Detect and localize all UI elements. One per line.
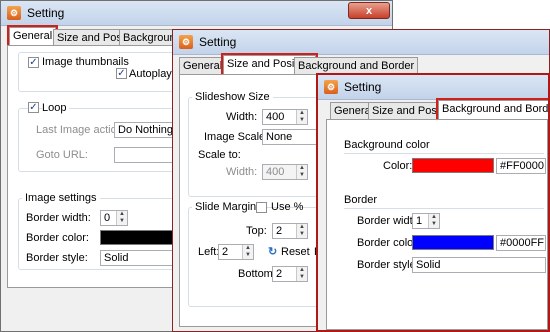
window-title: Setting	[344, 80, 382, 94]
border-width-value: 0	[104, 212, 111, 224]
border-style-label: Border style:	[357, 259, 419, 271]
border-color-label: Border color:	[26, 232, 89, 244]
color-label: Color:	[383, 160, 413, 172]
image-scale-select[interactable]: None	[262, 129, 322, 145]
border-style-select[interactable]: Solid	[100, 250, 180, 266]
border-width-spinner[interactable]: 0 ▲ ▼	[100, 210, 128, 226]
left-label: Left:	[198, 246, 220, 258]
width-value: 400	[266, 111, 285, 123]
last-image-action-label: Last Image action:	[36, 124, 126, 136]
spinner-arrows-icon[interactable]: ▲ ▼	[116, 211, 127, 225]
top-label: Top:	[246, 225, 267, 237]
top-value: 2	[276, 225, 283, 237]
loop-label: Loop	[42, 102, 70, 114]
app-icon: ⚙	[179, 35, 193, 49]
left-spinner[interactable]: 2 ▲ ▼	[218, 244, 254, 260]
border-divider	[344, 208, 544, 209]
scale-width-label: Width:	[226, 166, 258, 178]
settings-window-background-border: ⚙ Setting General Size and Position Back…	[316, 73, 550, 332]
loop-checkbox[interactable]: ✓	[28, 102, 39, 113]
spinner-arrows-icon[interactable]: ▲ ▼	[296, 110, 307, 124]
top-spinner[interactable]: 2 ▲ ▼	[272, 223, 308, 239]
left-value: 2	[222, 246, 229, 258]
tab-general[interactable]: General	[6, 25, 59, 48]
use-percent-label: Use %	[271, 201, 304, 213]
width-label: Width:	[226, 111, 258, 123]
border-color-swatch[interactable]	[412, 235, 494, 250]
image-settings-title: Image settings	[22, 192, 100, 204]
autoplay-checkbox[interactable]: ✓	[116, 68, 127, 79]
window-title: Setting	[199, 35, 237, 49]
spinner-arrows-icon[interactable]: ▲ ▼	[296, 267, 307, 281]
window-title: Setting	[27, 6, 65, 20]
autoplay-label: Autoplay	[129, 68, 172, 80]
border-title: Border	[344, 194, 378, 206]
background-color-swatch[interactable]	[412, 158, 494, 173]
bottom-value: 2	[276, 268, 283, 280]
spinner-arrows-icon[interactable]: ▲ ▼	[428, 214, 439, 228]
title-bar[interactable]: ⚙ Setting	[173, 30, 549, 55]
image-thumbnails-label: Image thumbnails	[42, 56, 129, 68]
bottom-spinner[interactable]: 2 ▲ ▼	[272, 266, 308, 282]
width-spinner[interactable]: 400 ▲ ▼	[262, 109, 308, 125]
border-width-value: 1	[416, 215, 423, 227]
border-color-hex[interactable]: #0000FF	[496, 235, 546, 251]
border-width-label: Border width:	[26, 212, 91, 224]
reset-icon: ↻	[268, 246, 278, 258]
slide-margins-title: Slide Margins	[192, 201, 265, 213]
use-percent-checkbox[interactable]	[256, 202, 267, 213]
border-width-spinner[interactable]: 1 ▲ ▼	[412, 213, 440, 229]
image-thumbnails-checkbox[interactable]: ✓	[28, 57, 39, 68]
goto-url-label: Goto URL:	[36, 149, 88, 161]
background-color-title: Background color	[344, 139, 430, 151]
background-color-divider	[344, 153, 544, 154]
tab-background-and-border[interactable]: Background and Border	[435, 98, 548, 121]
app-icon: ⚙	[324, 80, 338, 94]
tab-general[interactable]: General	[179, 57, 227, 74]
spinner-arrows-icon[interactable]: ▲ ▼	[296, 165, 307, 179]
border-style-label: Border style:	[26, 252, 88, 264]
border-color-label: Border color:	[357, 237, 420, 249]
title-bar[interactable]: ⚙ Setting x	[1, 1, 392, 26]
app-icon: ⚙	[7, 6, 21, 20]
close-button[interactable]: x	[348, 2, 390, 19]
border-color-swatch[interactable]	[100, 230, 180, 245]
border-style-select[interactable]: Solid	[412, 257, 546, 273]
scale-width-value: 400	[266, 166, 285, 178]
scale-width-spinner[interactable]: 400 ▲ ▼	[262, 164, 308, 180]
reset-link[interactable]: Reset	[281, 246, 310, 258]
bottom-label: Bottom:	[238, 268, 276, 280]
background-border-panel: Background color Color: #FF0000 Border B…	[326, 119, 548, 330]
tab-background-and-border[interactable]: Background and Border	[294, 57, 419, 74]
image-scale-label: Image Scale:	[204, 131, 269, 143]
spinner-arrows-icon[interactable]: ▲ ▼	[242, 245, 253, 259]
title-bar[interactable]: ⚙ Setting	[318, 75, 548, 100]
slideshow-size-title: Slideshow Size	[192, 91, 273, 103]
spinner-arrows-icon[interactable]: ▲ ▼	[296, 224, 307, 238]
background-color-hex[interactable]: #FF0000	[496, 158, 546, 174]
scale-to-label: Scale to:	[198, 149, 241, 161]
